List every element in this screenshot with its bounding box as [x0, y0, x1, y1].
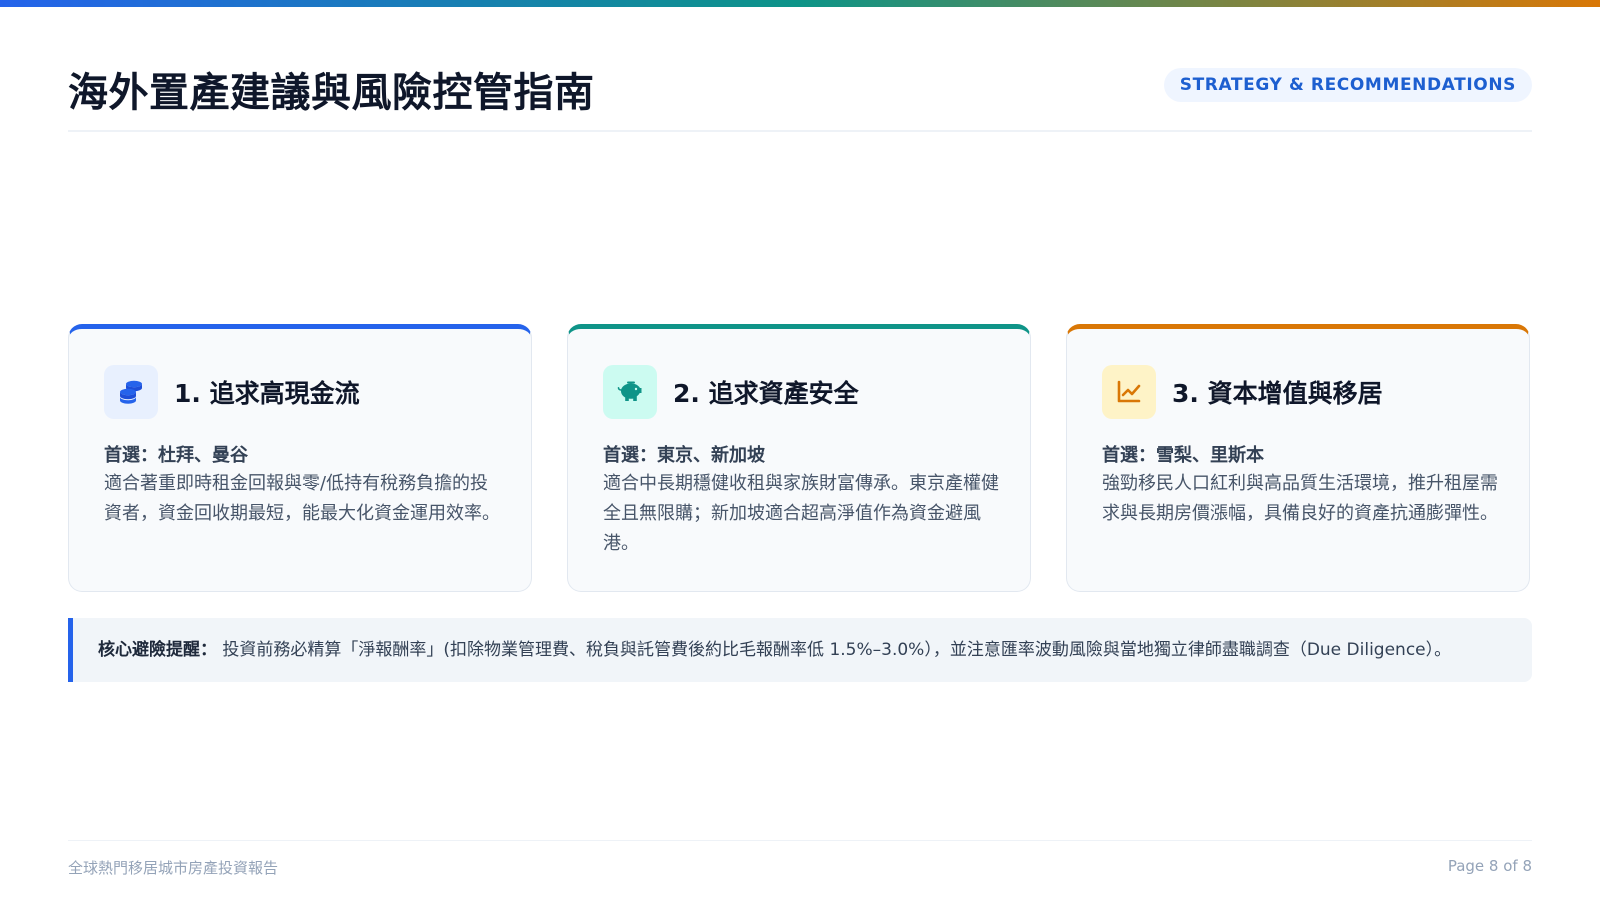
card-top-pick: 首選：東京、新加坡 — [603, 445, 765, 466]
page-title: 海外置產建議與風險控管指南 — [68, 70, 595, 116]
coins-icon — [104, 365, 158, 419]
alert-label: 核心避險提醒： — [98, 640, 217, 660]
card-high-cashflow: 1. 追求高現金流 首選：杜拜、曼谷 適合著重即時租金回報與零/低持有稅務負擔的… — [68, 324, 532, 592]
page-header: 海外置產建議與風險控管指南 STRATEGY & RECOMMENDATIONS — [68, 58, 1532, 132]
card-description: 適合著重即時租金回報與零/低持有稅務負擔的投資者，資金回收期最短，能最大化資金運… — [104, 473, 500, 524]
section-badge: STRATEGY & RECOMMENDATIONS — [1163, 68, 1532, 102]
recommendation-cards: 1. 追求高現金流 首選：杜拜、曼谷 適合著重即時租金回報與零/低持有稅務負擔的… — [68, 324, 1532, 594]
card-top-pick: 首選：雪梨、里斯本 — [1102, 445, 1264, 466]
card-title: 1. 追求高現金流 — [174, 379, 360, 408]
page-footer: 全球熱門移居城市房產投資報告 Page 8 of 8 — [68, 840, 1532, 881]
card-capital-growth: 3. 資本增值與移居 首選：雪梨、里斯本 強勁移民人口紅利與高品質生活環境，推升… — [1066, 324, 1530, 592]
card-asset-safety: 2. 追求資產安全 首選：東京、新加坡 適合中長期穩健收租與家族財富傳承。東京產… — [567, 324, 1031, 592]
page-number: Page 8 of 8 — [1447, 857, 1532, 875]
risk-alert-callout: 核心避險提醒： 投資前務必精算「淨報酬率」(扣除物業管理費、稅負與託管費後約比毛… — [68, 618, 1532, 682]
top-accent-bar — [0, 0, 1600, 7]
card-title: 3. 資本增值與移居 — [1172, 379, 1383, 408]
report-title: 全球熱門移居城市房產投資報告 — [68, 859, 279, 877]
card-description: 適合中長期穩健收租與家族財富傳承。東京產權健全且無限購；新加坡適合超高淨值作為資… — [603, 473, 999, 554]
card-title: 2. 追求資產安全 — [673, 379, 859, 408]
alert-text: 投資前務必精算「淨報酬率」(扣除物業管理費、稅負與託管費後約比毛報酬率低 1.5… — [222, 640, 1452, 660]
card-top-pick: 首選：杜拜、曼谷 — [104, 445, 248, 466]
chart-line-icon — [1102, 365, 1156, 419]
card-description: 強勁移民人口紅利與高品質生活環境，推升租屋需求與長期房價漲幅，具備良好的資產抗通… — [1102, 473, 1498, 524]
piggy-bank-icon — [603, 365, 657, 419]
